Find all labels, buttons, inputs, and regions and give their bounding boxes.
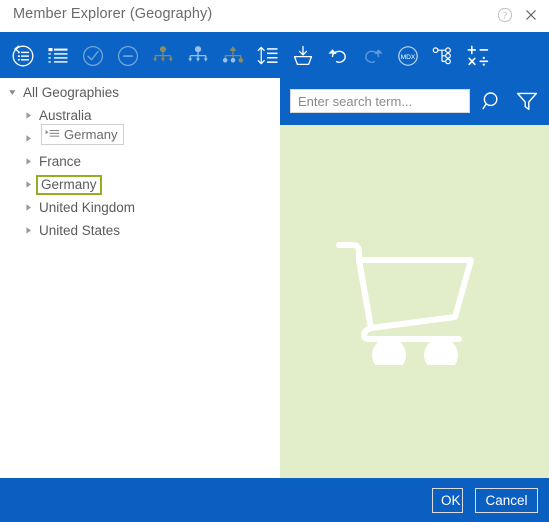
named-set-icon[interactable] bbox=[428, 41, 458, 71]
chevron-right-icon[interactable] bbox=[20, 219, 36, 242]
select-all-members-icon[interactable] bbox=[43, 41, 73, 71]
select-descendants-icon[interactable] bbox=[183, 41, 213, 71]
tree-row-drop-target[interactable]: Germany bbox=[0, 173, 102, 196]
calculation-icon[interactable] bbox=[463, 41, 493, 71]
title-bar: Member Explorer (Geography) ? bbox=[0, 0, 549, 32]
member-explorer-dialog: Member Explorer (Geography) ? MDX All Ge… bbox=[0, 0, 549, 522]
shopping-cart-icon bbox=[335, 233, 495, 372]
basket-drop-zone[interactable] bbox=[280, 125, 549, 478]
check-circle-icon[interactable] bbox=[78, 41, 108, 71]
mdx-icon[interactable]: MDX bbox=[393, 41, 423, 71]
chevron-right-icon[interactable] bbox=[20, 127, 36, 150]
help-circle-icon[interactable]: ? bbox=[493, 4, 517, 26]
search-input[interactable] bbox=[290, 89, 470, 113]
tree-node-label[interactable]: Australia bbox=[36, 107, 95, 125]
search-icon[interactable] bbox=[478, 87, 506, 115]
tree-row[interactable]: United Kingdom bbox=[0, 196, 138, 219]
chevron-right-icon[interactable] bbox=[20, 196, 36, 219]
save-to-basket-icon[interactable] bbox=[288, 41, 318, 71]
search-bar bbox=[280, 78, 549, 125]
chevron-right-icon[interactable] bbox=[20, 150, 36, 173]
member-tree[interactable]: All Geographies Australia France Germany… bbox=[0, 78, 280, 478]
select-ancestors-icon[interactable] bbox=[218, 41, 248, 71]
redo-icon[interactable] bbox=[358, 41, 388, 71]
tree-row-obscured[interactable] bbox=[0, 127, 36, 150]
drag-ghost-member[interactable]: Germany bbox=[41, 124, 125, 145]
tree-node-label[interactable]: Germany bbox=[36, 174, 102, 195]
title-bar-buttons: ? bbox=[493, 4, 543, 26]
basket-panel bbox=[280, 78, 549, 478]
dialog-footer: OK Cancel bbox=[0, 478, 549, 522]
select-children-icon[interactable] bbox=[148, 41, 178, 71]
drag-ghost-label: Germany bbox=[64, 127, 118, 142]
svg-text:?: ? bbox=[503, 11, 507, 21]
tree-node-label[interactable]: United Kingdom bbox=[36, 199, 138, 217]
tree-node-label[interactable]: United States bbox=[36, 222, 123, 240]
sort-members-icon[interactable] bbox=[253, 41, 283, 71]
filter-funnel-icon[interactable] bbox=[513, 87, 541, 115]
undo-icon[interactable] bbox=[323, 41, 353, 71]
cancel-button[interactable]: Cancel bbox=[475, 488, 538, 513]
tree-row[interactable]: France bbox=[0, 150, 84, 173]
tree-row[interactable]: All Geographies bbox=[0, 81, 122, 104]
tree-row[interactable]: United States bbox=[0, 219, 123, 242]
svg-text:MDX: MDX bbox=[401, 54, 416, 61]
page-title: Member Explorer (Geography) bbox=[13, 6, 213, 22]
reset-members-icon[interactable] bbox=[8, 41, 38, 71]
ok-button[interactable]: OK bbox=[432, 488, 463, 513]
member-list-icon bbox=[45, 126, 60, 144]
chevron-right-icon[interactable] bbox=[20, 173, 36, 196]
chevron-right-icon[interactable] bbox=[20, 104, 36, 127]
close-icon[interactable] bbox=[519, 4, 543, 26]
chevron-down-icon[interactable] bbox=[4, 81, 20, 104]
tree-node-label[interactable]: All Geographies bbox=[20, 84, 122, 102]
toolbar: MDX bbox=[0, 32, 549, 78]
minus-circle-icon[interactable] bbox=[113, 41, 143, 71]
tree-node-label[interactable]: France bbox=[36, 153, 84, 171]
